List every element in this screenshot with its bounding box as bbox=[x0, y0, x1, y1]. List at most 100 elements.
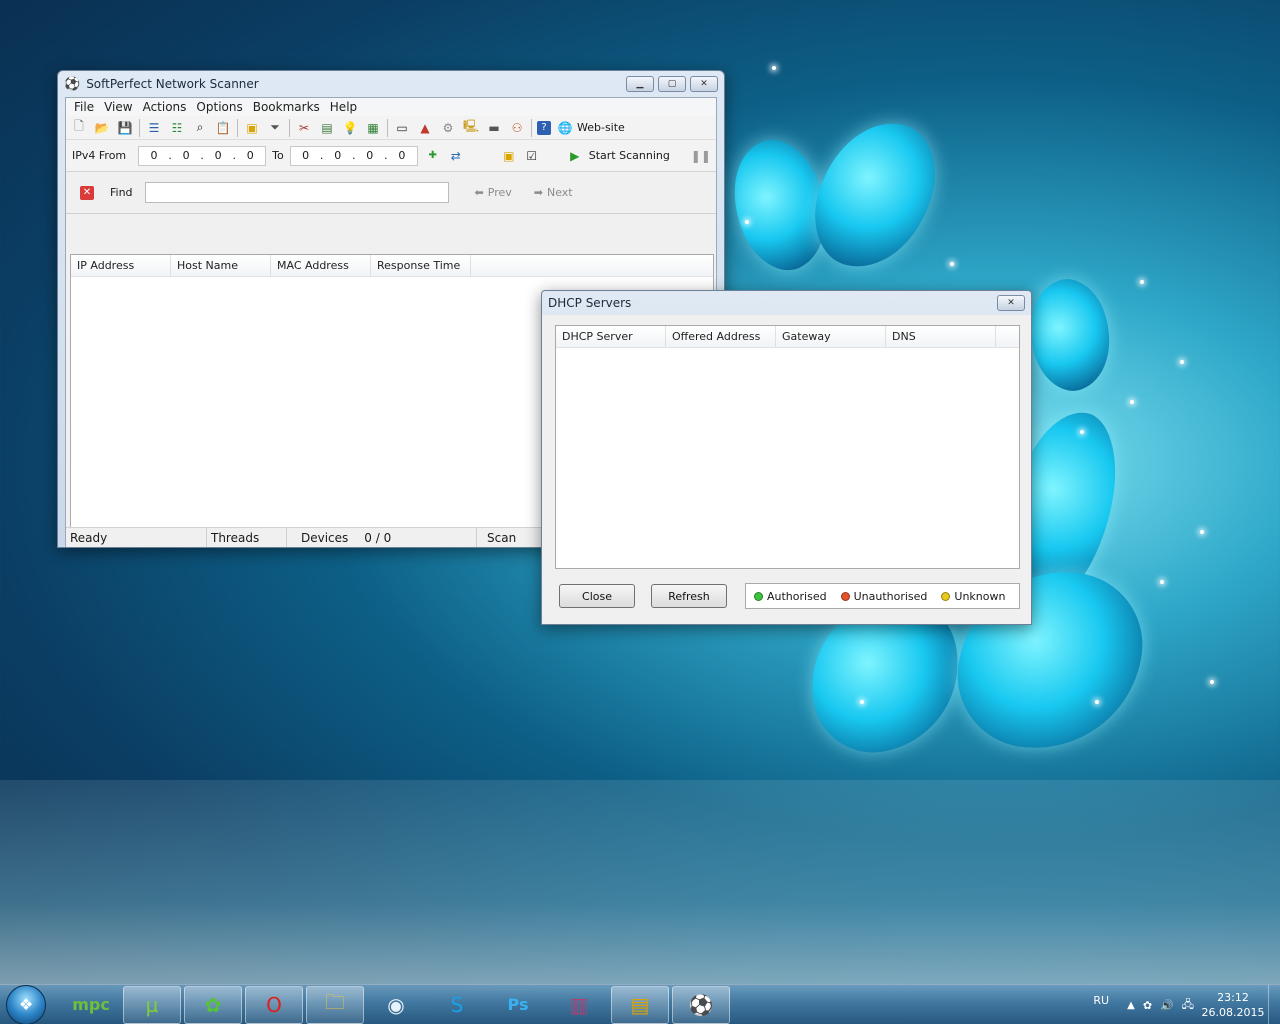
expand-list-icon[interactable]: ☰ bbox=[145, 119, 163, 137]
save-icon[interactable]: 💾 bbox=[116, 119, 134, 137]
ip-to-octet-1: 0 bbox=[302, 149, 310, 162]
ip-from-octet-4: 0 bbox=[246, 149, 254, 162]
new-icon[interactable]: 🗋 bbox=[70, 119, 88, 137]
taskbar-winrar-icon[interactable]: ▥ bbox=[550, 986, 608, 1024]
computer-icon[interactable]: 🖳 bbox=[462, 119, 480, 137]
taskbar-camera-icon[interactable]: ◉ bbox=[367, 986, 425, 1024]
menubar: File View Actions Options Bookmarks Help bbox=[66, 98, 716, 116]
col-host-name[interactable]: Host Name bbox=[171, 255, 271, 276]
open-range-folder-icon[interactable]: ▣ bbox=[500, 147, 518, 165]
pause-icon[interactable]: ❚❚ bbox=[691, 147, 711, 165]
bulb-icon[interactable]: 💡 bbox=[341, 119, 359, 137]
clipboard-icon[interactable]: 📋 bbox=[214, 119, 232, 137]
next-button[interactable]: ➡ Next bbox=[534, 186, 573, 199]
binoculars-icon[interactable]: ⌕ bbox=[191, 119, 209, 137]
col-response-time[interactable]: Response Time bbox=[371, 255, 471, 276]
col-offered-address[interactable]: Offered Address bbox=[666, 326, 776, 347]
collapse-list-icon[interactable]: ☷ bbox=[168, 119, 186, 137]
auto-detect-icon[interactable]: ⇄ bbox=[447, 147, 465, 165]
status-scan: Scan bbox=[487, 530, 517, 545]
add-range-icon[interactable]: ✚ bbox=[424, 147, 442, 165]
ip-to-octet-3: 0 bbox=[366, 149, 374, 162]
status-ready: Ready bbox=[66, 528, 207, 547]
show-hidden-icons-icon[interactable]: ▲ bbox=[1127, 1000, 1135, 1011]
dhcp-close-button[interactable]: Close bbox=[559, 584, 635, 608]
taskbar-utorrent-icon[interactable]: µ bbox=[123, 985, 181, 1024]
taskbar-mpc-icon[interactable]: mpc bbox=[62, 986, 120, 1024]
checkbox-icon[interactable]: ☑ bbox=[523, 147, 541, 165]
start-scanning-button[interactable]: Start Scanning bbox=[589, 149, 670, 162]
clock[interactable]: 23:12 26.08.2015 bbox=[1198, 990, 1268, 1020]
gear-icon[interactable]: ⚙ bbox=[439, 119, 457, 137]
menu-file[interactable]: File bbox=[69, 100, 99, 114]
taskbar-icq-icon[interactable]: ✿ bbox=[184, 985, 242, 1024]
find-input[interactable] bbox=[144, 182, 449, 203]
help-icon[interactable]: ? bbox=[537, 120, 551, 135]
authorised-dot-icon bbox=[754, 591, 763, 601]
filter-icon[interactable]: ⏷ bbox=[266, 119, 284, 137]
legend-unknown: Unknown bbox=[954, 589, 1006, 603]
arrow-right-icon: ➡ bbox=[533, 186, 543, 199]
dhcp-refresh-button[interactable]: Refresh bbox=[651, 584, 727, 608]
status-threads: Threads bbox=[207, 528, 287, 547]
dhcp-list-header: DHCP Server Offered Address Gateway DNS bbox=[556, 326, 1019, 348]
terminal-icon[interactable]: ▭ bbox=[393, 119, 411, 137]
globe-icon[interactable]: 🌐 bbox=[556, 119, 574, 137]
dhcp-list[interactable]: DHCP Server Offered Address Gateway DNS bbox=[555, 325, 1020, 569]
maximize-button[interactable]: ▢ bbox=[658, 76, 686, 92]
taskbar-skype-icon[interactable]: S bbox=[428, 986, 486, 1024]
butterfly-small bbox=[1013, 269, 1127, 401]
taskbar-photoshop-icon[interactable]: Ps bbox=[489, 986, 547, 1024]
website-link[interactable]: Web-site bbox=[577, 121, 625, 134]
col-ip-address[interactable]: IP Address bbox=[71, 255, 171, 276]
ip-from-octet-2: 0 bbox=[182, 149, 190, 162]
ip-to-field[interactable]: 0. 0. 0. 0 bbox=[289, 145, 418, 166]
scanner-titlebar[interactable]: ⚽ SoftPerfect Network Scanner ▁ ▢ ✕ bbox=[58, 71, 724, 97]
start-button[interactable]: ❖ bbox=[6, 984, 46, 1024]
dhcp-title: DHCP Servers bbox=[548, 296, 632, 310]
menu-bookmarks[interactable]: Bookmarks bbox=[248, 100, 325, 114]
hosts-list-header: IP Address Host Name MAC Address Respons… bbox=[71, 255, 713, 277]
language-indicator[interactable]: RU bbox=[1093, 994, 1109, 1007]
ip-from-field[interactable]: 0. 0. 0. 0 bbox=[138, 145, 267, 166]
show-desktop-button[interactable] bbox=[1268, 985, 1280, 1024]
taskbar-opera-icon[interactable]: O bbox=[245, 985, 303, 1024]
open-folder-icon[interactable]: 📂 bbox=[93, 119, 111, 137]
devices-value: 0 / 0 bbox=[364, 530, 392, 545]
network-icon[interactable]: 🖧 bbox=[1182, 996, 1194, 1015]
col-dhcp-server[interactable]: DHCP Server bbox=[556, 326, 666, 347]
menu-options[interactable]: Options bbox=[191, 100, 247, 114]
taskbar-explorer-icon[interactable]: 🗀 bbox=[306, 985, 364, 1024]
col-gateway[interactable]: Gateway bbox=[776, 326, 886, 347]
butterfly-top bbox=[711, 108, 948, 283]
taskbar-network-scanner-icon[interactable]: ⚽ bbox=[672, 985, 730, 1024]
ip-from-octet-3: 0 bbox=[214, 149, 222, 162]
monitor-icon[interactable]: ▬ bbox=[485, 119, 503, 137]
ip-card-icon[interactable]: ▦ bbox=[364, 119, 382, 137]
minimize-button[interactable]: ▁ bbox=[626, 76, 654, 92]
menu-actions[interactable]: Actions bbox=[138, 100, 192, 114]
close-find-icon[interactable]: ✕ bbox=[80, 185, 94, 200]
play-icon[interactable]: ▶ bbox=[566, 147, 584, 165]
tools-icon[interactable]: ✂ bbox=[295, 119, 313, 137]
app-ball-icon: ⚽ bbox=[64, 76, 81, 92]
col-dns[interactable]: DNS bbox=[886, 326, 996, 347]
tray-app-icon[interactable]: ✿ bbox=[1143, 999, 1152, 1012]
dhcp-client: DHCP Server Offered Address Gateway DNS … bbox=[542, 315, 1031, 624]
servers-icon[interactable]: ▤ bbox=[318, 119, 336, 137]
blocks-icon[interactable]: ▲ bbox=[416, 119, 434, 137]
dhcp-titlebar[interactable]: DHCP Servers ✕ bbox=[542, 291, 1031, 315]
ipv4-from-label: IPv4 From bbox=[72, 149, 127, 162]
network-users-icon[interactable]: ⚇ bbox=[508, 119, 526, 137]
prev-button[interactable]: ⬅ Prev bbox=[475, 186, 512, 199]
folder-filter-icon[interactable]: ▣ bbox=[243, 119, 261, 137]
volume-icon[interactable]: 🔊 bbox=[1160, 999, 1174, 1012]
menu-help[interactable]: Help bbox=[325, 100, 362, 114]
dhcp-close-x-button[interactable]: ✕ bbox=[997, 295, 1025, 311]
menu-view[interactable]: View bbox=[99, 100, 137, 114]
dhcp-legend: Authorised Unauthorised Unknown bbox=[745, 583, 1020, 609]
col-mac-address[interactable]: MAC Address bbox=[271, 255, 371, 276]
close-window-button[interactable]: ✕ bbox=[690, 76, 718, 92]
taskbar-archive-icon[interactable]: ▤ bbox=[611, 985, 669, 1024]
unauthorised-dot-icon bbox=[840, 591, 850, 601]
